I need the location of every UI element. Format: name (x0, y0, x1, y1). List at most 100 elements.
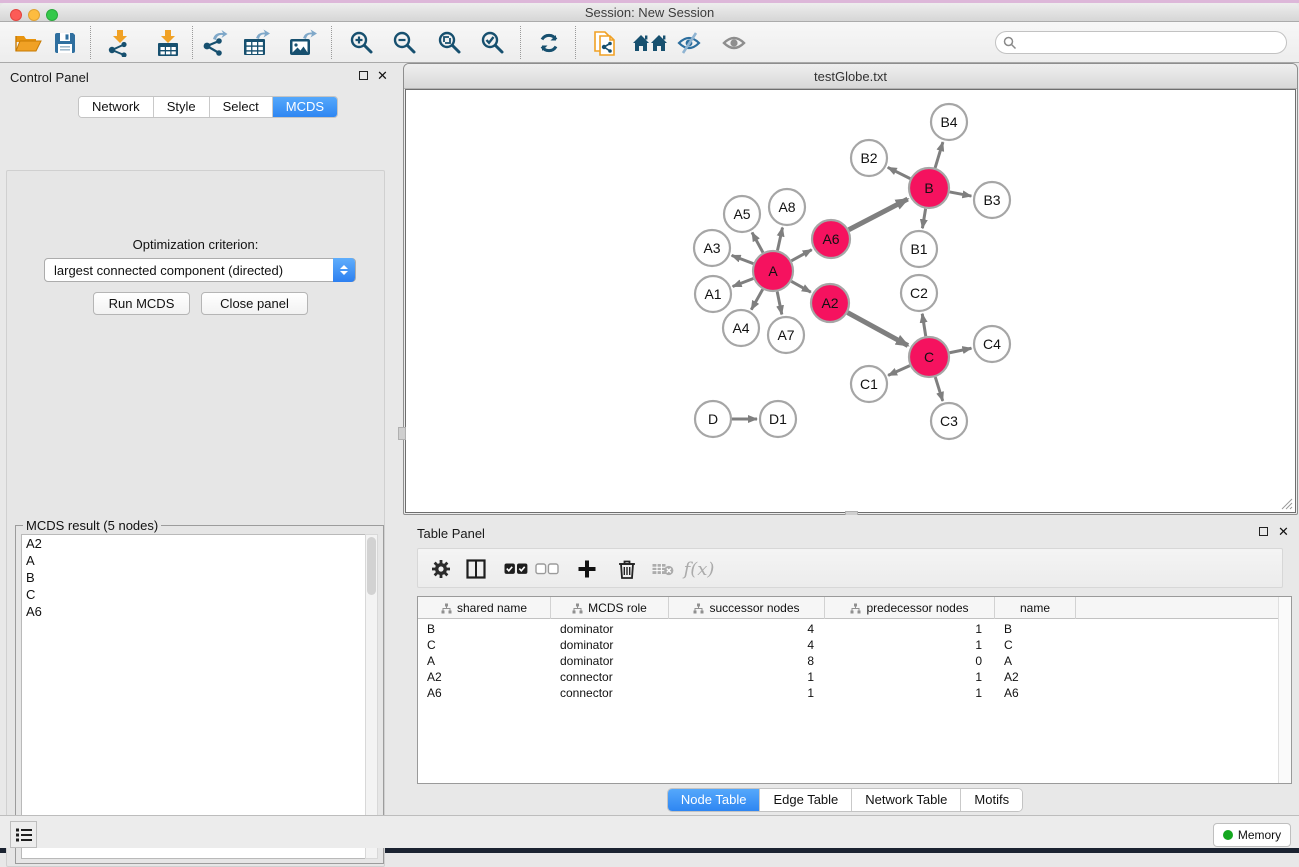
run-mcds-button[interactable]: Run MCDS (93, 292, 190, 315)
column-header-name[interactable]: name (995, 597, 1076, 619)
delete-button[interactable] (612, 554, 642, 584)
table-body: Bdominator41BCdominator41CAdominator80AA… (418, 621, 1278, 701)
graph-node-label: B3 (983, 192, 1000, 208)
column-header-mcds-role[interactable]: MCDS role (551, 597, 669, 619)
mcds-result-item[interactable]: A2 (22, 535, 366, 552)
maximize-window-button[interactable] (452, 70, 463, 81)
import-network-button[interactable] (104, 27, 136, 59)
table-cell: 0 (825, 653, 995, 669)
new-session-from-network-button[interactable] (589, 27, 621, 59)
graph-edge-A-A3[interactable] (732, 255, 754, 263)
network-canvas[interactable]: B4B2BB3A5A8A6A3AB1A1C2A4A7A2CC4C1C3DD1 (405, 89, 1296, 513)
tab-mcds[interactable]: MCDS (273, 97, 337, 117)
control-panel: Control Panel ✕ Network Style Select MCD… (0, 63, 391, 815)
column-header-predecessor-nodes[interactable]: predecessor nodes (825, 597, 995, 619)
delete-table-button[interactable] (648, 554, 678, 584)
column-header-successor-nodes[interactable]: successor nodes (669, 597, 825, 619)
maximize-window-button[interactable] (46, 9, 58, 21)
show-column-panel-button[interactable] (461, 554, 491, 584)
graph-edge-B-B1[interactable] (922, 209, 925, 229)
graph-edge-A-A1[interactable] (733, 279, 754, 287)
close-window-button[interactable] (10, 9, 22, 21)
tab-edge-table[interactable]: Edge Table (760, 789, 852, 811)
mcds-result-item[interactable]: B (22, 569, 366, 586)
toolbar-separator (575, 26, 576, 59)
task-history-button[interactable] (10, 821, 37, 848)
graph-edge-A-A2[interactable] (791, 281, 811, 292)
function-builder-button[interactable]: f(x) (680, 554, 718, 584)
create-column-button[interactable] (572, 554, 602, 584)
graph-edge-A6-B[interactable] (849, 199, 908, 230)
graph-edge-B-B4[interactable] (935, 142, 943, 168)
export-image-button[interactable] (287, 27, 319, 59)
graph-edge-A-A7[interactable] (777, 292, 782, 315)
float-panel-icon[interactable] (359, 71, 368, 80)
graph-node-label: A1 (704, 286, 721, 302)
close-panel-icon[interactable]: ✕ (377, 68, 388, 84)
tab-network[interactable]: Network (79, 97, 154, 117)
minimize-window-button[interactable] (434, 70, 445, 81)
graph-edge-A2-C[interactable] (848, 313, 908, 346)
home-button[interactable] (632, 27, 668, 59)
mcds-result-item[interactable]: A (22, 552, 366, 569)
zoom-selected-button[interactable] (477, 27, 509, 59)
table-cell: connector (551, 669, 669, 685)
float-panel-icon[interactable] (1259, 527, 1268, 536)
graph-edge-C-C4[interactable] (950, 348, 972, 353)
mcds-result-list[interactable]: A2ABCA6 (21, 534, 367, 859)
tab-node-table[interactable]: Node Table (668, 789, 761, 811)
table-row[interactable]: Bdominator41B (418, 621, 1278, 637)
save-session-button[interactable] (49, 27, 81, 59)
graph-edge-B-B3[interactable] (950, 192, 972, 196)
table-settings-button[interactable] (426, 554, 456, 584)
graph-edge-C-C1[interactable] (888, 366, 910, 376)
export-network-button[interactable] (199, 27, 231, 59)
select-all-button[interactable] (501, 554, 531, 584)
minimize-window-button[interactable] (28, 9, 40, 21)
tab-select[interactable]: Select (210, 97, 273, 117)
deselect-all-button[interactable] (532, 554, 562, 584)
splitter-handle-vertical[interactable] (398, 427, 406, 440)
zoom-fit-button[interactable] (434, 27, 466, 59)
zoom-in-button[interactable] (346, 27, 378, 59)
column-header-shared-name[interactable]: shared name (418, 597, 551, 619)
table-row[interactable]: A2connector11A2 (418, 669, 1278, 685)
mcds-list-scrollbar[interactable] (365, 534, 378, 859)
criterion-dropdown[interactable]: largest connected component (directed) (44, 258, 356, 282)
table-row[interactable]: A6connector11A6 (418, 685, 1278, 701)
tab-motifs[interactable]: Motifs (961, 789, 1022, 811)
graph-edge-A-A4[interactable] (751, 289, 762, 309)
import-table-button[interactable] (152, 27, 184, 59)
hide-graphics-button[interactable] (674, 27, 706, 59)
tab-style[interactable]: Style (154, 97, 210, 117)
memory-button[interactable]: Memory (1213, 823, 1291, 847)
scrollbar-thumb[interactable] (367, 537, 376, 595)
task-list-icon (15, 827, 33, 843)
mcds-result-item[interactable]: C (22, 586, 366, 603)
graph-edge-B-B2[interactable] (888, 167, 910, 178)
graph-edge-A-A6[interactable] (791, 250, 811, 261)
refresh-button[interactable] (533, 27, 565, 59)
graph-edge-C-C2[interactable] (922, 314, 926, 337)
zoom-out-button[interactable] (389, 27, 421, 59)
search-input[interactable] (1020, 33, 1280, 52)
graph-edge-C-C3[interactable] (935, 377, 942, 401)
tab-network-table[interactable]: Network Table (852, 789, 961, 811)
graph-edge-A-A5[interactable] (752, 232, 763, 252)
table-toolbar: f(x) (417, 548, 1283, 588)
table-row[interactable]: Cdominator41C (418, 637, 1278, 653)
graph-edge-A-A8[interactable] (777, 228, 782, 251)
close-window-button[interactable] (416, 70, 427, 81)
open-session-button[interactable] (12, 27, 44, 59)
graph-node-label: A4 (732, 320, 749, 336)
close-panel-button[interactable]: Close panel (201, 292, 308, 315)
mcds-result-item[interactable]: A6 (22, 603, 366, 620)
table-row[interactable]: Adominator80A (418, 653, 1278, 669)
close-panel-icon[interactable]: ✕ (1278, 524, 1289, 540)
toolbar-separator (90, 26, 91, 59)
show-graphics-button[interactable] (719, 27, 751, 59)
table-cell: A6 (418, 685, 551, 701)
resize-grip[interactable] (1280, 497, 1293, 510)
export-table-button[interactable] (241, 27, 273, 59)
table-scrollbar[interactable] (1278, 597, 1291, 783)
